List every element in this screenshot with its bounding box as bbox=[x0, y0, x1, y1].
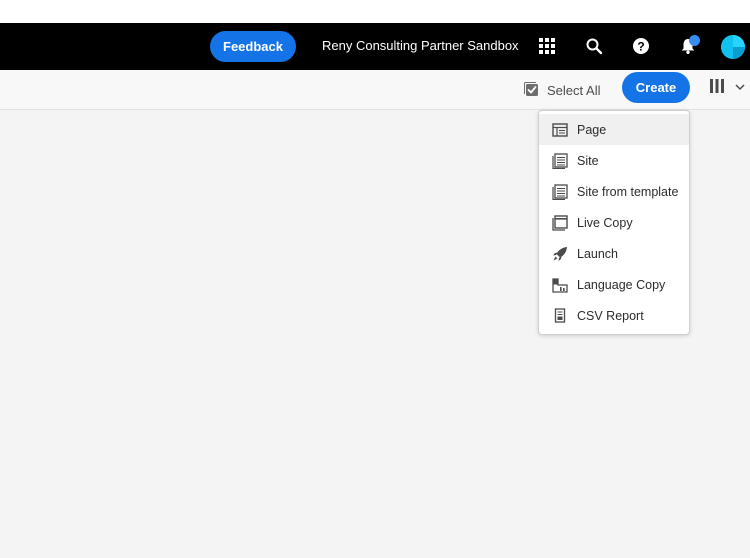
apps-icon[interactable] bbox=[537, 36, 557, 56]
svg-text:?: ? bbox=[637, 39, 644, 53]
help-icon[interactable]: ? bbox=[631, 36, 651, 56]
launch-icon bbox=[552, 246, 568, 262]
feedback-button[interactable]: Feedback bbox=[210, 31, 296, 62]
create-menu: Page Site Site from template Live Copy L… bbox=[538, 110, 690, 335]
menu-item-label: Site bbox=[577, 153, 599, 168]
menu-item-csv-report[interactable]: CSV Report bbox=[539, 300, 689, 331]
select-all-label: Select All bbox=[547, 82, 601, 98]
avatar[interactable] bbox=[721, 35, 745, 59]
shell-header: Feedback Reny Consulting Partner Sandbox… bbox=[0, 23, 750, 70]
menu-item-label: CSV Report bbox=[577, 308, 644, 323]
action-bar: Select All Create bbox=[0, 70, 750, 110]
select-all-button[interactable]: Select All bbox=[523, 80, 600, 100]
page-icon bbox=[552, 122, 568, 138]
live-copy-icon bbox=[552, 214, 568, 231]
site-icon bbox=[552, 152, 568, 169]
menu-item-label: Live Copy bbox=[577, 215, 633, 230]
menu-item-label: Language Copy bbox=[577, 277, 666, 292]
site-template-icon bbox=[552, 183, 568, 200]
menu-item-launch[interactable]: Launch bbox=[539, 238, 689, 269]
top-strip bbox=[0, 0, 750, 23]
column-view-icon bbox=[709, 78, 725, 99]
search-icon[interactable] bbox=[584, 36, 604, 56]
menu-item-language-copy[interactable]: Language Copy bbox=[539, 269, 689, 300]
chevron-down-icon bbox=[735, 79, 745, 97]
view-switcher[interactable] bbox=[709, 78, 750, 98]
menu-item-page[interactable]: Page bbox=[539, 114, 689, 145]
menu-item-label: Launch bbox=[577, 246, 619, 261]
select-all-icon bbox=[523, 81, 539, 100]
create-button[interactable]: Create bbox=[622, 72, 690, 103]
menu-item-label: Page bbox=[577, 122, 607, 137]
notification-badge bbox=[689, 35, 700, 46]
menu-item-site[interactable]: Site bbox=[539, 145, 689, 176]
org-switcher[interactable]: Reny Consulting Partner Sandbox bbox=[322, 38, 519, 53]
csv-report-icon bbox=[552, 307, 568, 324]
menu-item-label: Site from template bbox=[577, 184, 679, 199]
menu-item-site-from-template[interactable]: Site from template bbox=[539, 176, 689, 207]
language-copy-icon bbox=[552, 277, 568, 293]
menu-item-live-copy[interactable]: Live Copy bbox=[539, 207, 689, 238]
